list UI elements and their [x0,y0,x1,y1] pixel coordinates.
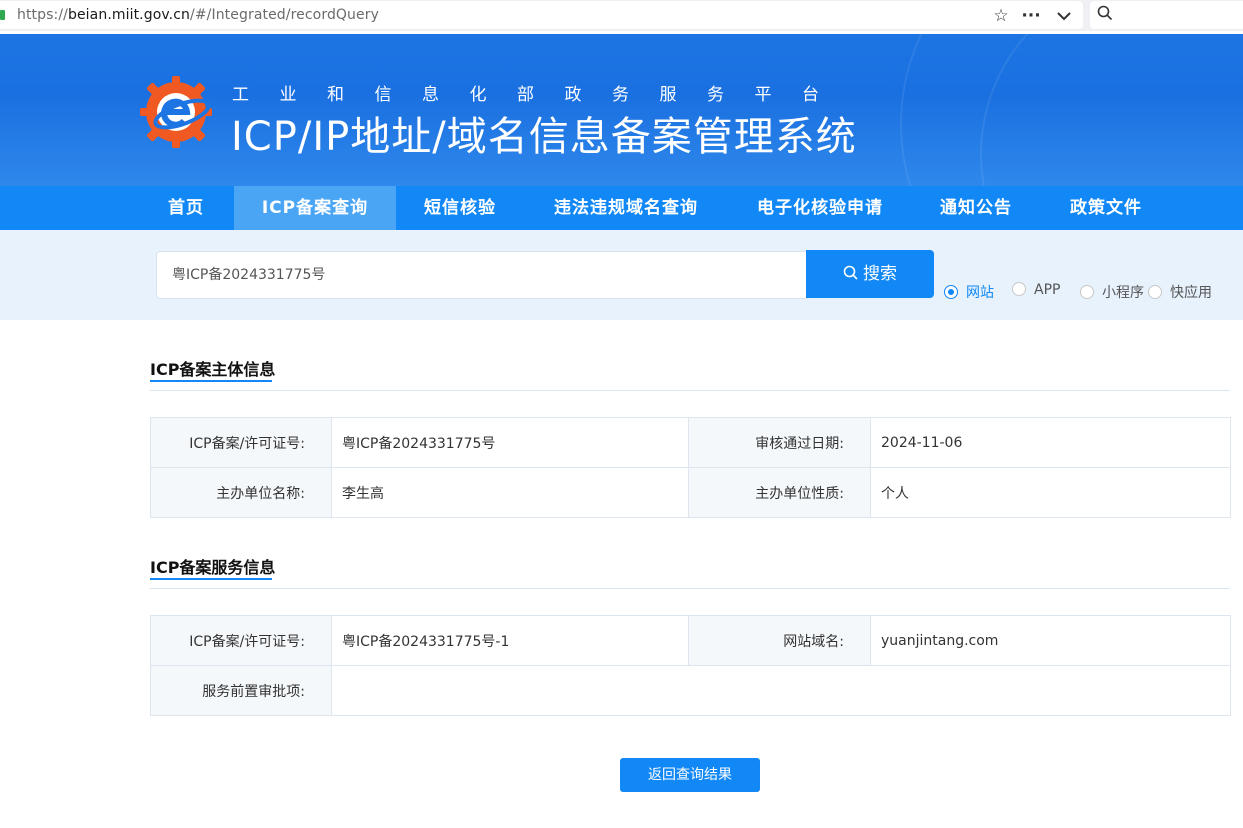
domain-label: 网站域名: [688,615,871,666]
url-path: /#/Integrated/recordQuery [190,7,379,23]
service-info-title: ICP备案服务信息 [150,558,276,577]
section-underline [150,578,272,580]
service-license-value: 粤ICP备2024331775号-1 [331,615,689,666]
radio-label: APP [1034,282,1061,298]
radio-label: 网站 [966,285,994,301]
nav-item-home[interactable]: 首页 [150,186,222,230]
chevron-down-icon[interactable] [1053,5,1075,27]
service-license-label: ICP备案/许可证号: [150,615,332,666]
search-area: 粤ICP备2024331775号 搜索 网站 APP 小程序 快应用 [0,230,1243,320]
org-name-value: 李生高 [331,467,689,518]
search-button-label: 搜索 [863,264,897,284]
url-host: beian.miit.gov.cn [67,7,191,23]
address-bar[interactable]: https://beian.miit.gov.cn/#/Integrated/r… [0,1,1083,29]
search-input[interactable]: 粤ICP备2024331775号 [156,251,808,299]
approve-date-value: 2024-11-06 [870,417,1231,468]
table-row: 服务前置审批项: [150,665,1231,716]
section-underline [150,380,272,382]
radio-dot [1148,285,1162,299]
header-banner: 工业和信息化部政务服务平台 ICP/IP地址/域名信息备案管理系统 [0,34,1243,186]
service-info-table: ICP备案/许可证号: 粤ICP备2024331775号-1 网站域名: yua… [150,615,1231,716]
nav-item-policy-docs[interactable]: 政策文件 [1056,186,1156,230]
license-label: ICP备案/许可证号: [150,417,332,468]
approve-date-label: 审核通过日期: [688,417,871,468]
browser-search-box[interactable] [1090,1,1243,29]
section-divider [150,588,1230,589]
url-scheme: https:// [17,7,68,23]
search-icon[interactable] [1094,5,1116,27]
domain-value: yuanjintang.com [870,615,1231,666]
radio-quick-app[interactable]: 快应用 [1148,282,1212,301]
section-divider [150,390,1230,391]
table-row: ICP备案/许可证号: 粤ICP备2024331775号 审核通过日期: 202… [150,417,1231,468]
more-icon[interactable]: ··· [1020,5,1042,27]
nav-item-illegal-domain-query[interactable]: 违法违规域名查询 [540,186,712,230]
back-to-results-button[interactable]: 返回查询结果 [620,758,760,792]
org-name-label: 主办单位名称: [150,467,332,518]
radio-dot [1080,285,1094,299]
radio-label: 小程序 [1102,285,1144,301]
org-type-label: 主办单位性质: [688,467,871,518]
search-icon [843,265,858,280]
nav-item-icp-query[interactable]: ICP备案查询 [234,186,396,230]
nav-item-notices[interactable]: 通知公告 [926,186,1026,230]
table-row: ICP备案/许可证号: 粤ICP备2024331775号-1 网站域名: yua… [150,615,1231,666]
radio-dot [944,285,958,299]
search-button[interactable]: 搜索 [806,250,934,298]
url-text[interactable]: https://beian.miit.gov.cn/#/Integrated/r… [17,7,379,23]
page-title: ICP/IP地址/域名信息备案管理系统 [231,114,857,160]
banner-decoration [980,34,1243,186]
subject-info-title: ICP备案主体信息 [150,360,276,379]
license-value: 粤ICP备2024331775号 [331,417,689,468]
radio-dot [1012,282,1026,296]
nav-item-e-verify-apply[interactable]: 电子化核验申请 [742,186,898,230]
main-nav: 首页 ICP备案查询 短信核验 违法违规域名查询 电子化核验申请 通知公告 政策… [0,186,1243,230]
radio-label: 快应用 [1170,285,1212,301]
subject-info-table: ICP备案/许可证号: 粤ICP备2024331775号 审核通过日期: 202… [150,417,1231,518]
secure-lock-icon [0,10,5,20]
miit-logo-icon [140,76,212,148]
table-row: 主办单位名称: 李生高 主办单位性质: 个人 [150,467,1231,518]
platform-subtitle: 工业和信息化部政务服务平台 [232,85,850,105]
radio-app[interactable]: APP [1012,282,1060,300]
radio-website[interactable]: 网站 [944,282,994,301]
nav-item-sms-verify[interactable]: 短信核验 [410,186,510,230]
star-icon[interactable]: ☆ [990,5,1012,27]
preapproval-label: 服务前置审批项: [150,665,332,716]
browser-toolbar: https://beian.miit.gov.cn/#/Integrated/r… [0,0,1243,31]
org-type-value: 个人 [870,467,1231,518]
radio-mini-program[interactable]: 小程序 [1080,282,1144,301]
preapproval-value [331,665,1231,716]
